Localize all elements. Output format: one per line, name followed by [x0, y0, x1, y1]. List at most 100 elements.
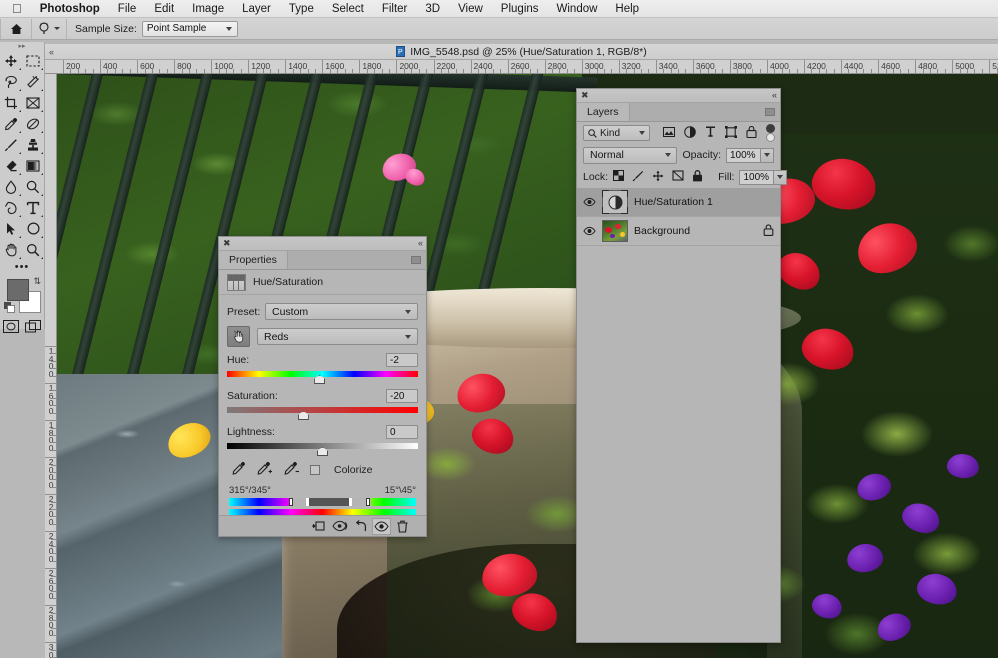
magic-wand-tool[interactable] — [22, 71, 44, 92]
channel-select[interactable]: Reds — [257, 328, 418, 345]
gradient-tool[interactable] — [22, 155, 44, 176]
menu-layer[interactable]: Layer — [233, 0, 280, 18]
default-colors-icon[interactable] — [4, 302, 15, 316]
collapse-icon[interactable]: « — [49, 47, 54, 57]
collapse-panel-icon[interactable]: « — [418, 239, 422, 248]
more-tools-icon[interactable]: ••• — [0, 260, 44, 274]
menu-help[interactable]: Help — [606, 0, 648, 18]
tab-properties[interactable]: Properties — [219, 251, 288, 269]
eyedropper-tool-icon[interactable] — [32, 22, 66, 35]
opacity-stepper[interactable] — [761, 148, 774, 163]
menu-plugins[interactable]: Plugins — [492, 0, 548, 18]
saturation-slider[interactable] — [227, 406, 418, 413]
lightness-slider[interactable] — [227, 442, 418, 449]
menu-type[interactable]: Type — [280, 0, 323, 18]
hue-value-field[interactable]: -2 — [386, 353, 418, 367]
reset-button[interactable] — [351, 518, 370, 535]
vertical-ruler[interactable]: 140016001800200022002400260028003000 — [45, 74, 57, 658]
collapse-panel-icon[interactable]: « — [772, 91, 776, 100]
pixel-layer-filter-icon[interactable] — [663, 127, 675, 140]
menu-edit[interactable]: Edit — [145, 0, 183, 18]
adjustment-mask-thumbnail[interactable] — [602, 190, 628, 214]
panel-menu-icon[interactable] — [765, 108, 775, 116]
menu-file[interactable]: File — [109, 0, 146, 18]
toolbar-grip[interactable]: ▸▸ — [0, 42, 44, 50]
eyedropper-subtract-icon[interactable] — [283, 461, 300, 479]
view-previous-state-button[interactable] — [330, 518, 349, 535]
apple-icon[interactable]:  — [10, 2, 31, 15]
layer-lock-icon[interactable] — [763, 224, 774, 239]
close-icon[interactable]: ✖ — [581, 91, 589, 100]
document-canvas[interactable] — [57, 74, 998, 658]
eyedropper-icon[interactable] — [231, 461, 246, 479]
range-handle-inner-left[interactable] — [306, 498, 309, 506]
layer-visibility-icon[interactable] — [583, 226, 596, 236]
menu-filter[interactable]: Filter — [373, 0, 417, 18]
sample-size-select[interactable]: Point Sample — [142, 21, 238, 37]
lock-artboard-icon[interactable] — [672, 170, 684, 184]
dodge-tool[interactable] — [22, 176, 44, 197]
filter-kind-select[interactable]: Kind — [583, 125, 650, 141]
lock-transparency-icon[interactable] — [613, 170, 624, 184]
close-icon[interactable]: ✖ — [223, 239, 231, 248]
zoom-tool[interactable] — [22, 239, 44, 260]
tool-preset-caret[interactable] — [54, 27, 60, 30]
document-tab-bar[interactable]: « P IMG_5548.psd @ 25% (Hue/Saturation 1… — [45, 44, 998, 60]
move-tool[interactable] — [0, 50, 22, 71]
panel-menu-icon[interactable] — [411, 256, 421, 264]
clone-stamp-tool[interactable] — [22, 134, 44, 155]
layer-visibility-icon[interactable] — [583, 197, 596, 207]
path-selection-tool[interactable] — [0, 218, 22, 239]
range-handle-outer-right[interactable] — [366, 498, 370, 506]
lock-image-pixels-icon[interactable] — [632, 170, 644, 185]
rectangular-marquee-tool[interactable] — [22, 50, 44, 71]
photo-thumbnail[interactable] — [602, 220, 628, 242]
eyedropper-add-icon[interactable] — [256, 461, 273, 479]
blur-tool[interactable] — [0, 176, 22, 197]
menu-app-name[interactable]: Photoshop — [31, 0, 109, 18]
lock-all-icon[interactable] — [692, 170, 703, 185]
lightness-value-field[interactable]: 0 — [386, 425, 418, 439]
tab-layers[interactable]: Layers — [577, 103, 630, 121]
healing-brush-tool[interactable] — [22, 113, 44, 134]
delete-adjustment-button[interactable] — [393, 518, 412, 535]
pen-tool[interactable] — [0, 197, 22, 218]
hand-tool[interactable] — [0, 239, 22, 260]
type-layer-filter-icon[interactable] — [705, 126, 716, 140]
frame-tool[interactable] — [22, 92, 44, 113]
ellipse-tool[interactable] — [22, 218, 44, 239]
menu-image[interactable]: Image — [183, 0, 233, 18]
eyedropper-tool[interactable] — [0, 113, 22, 134]
clip-to-layer-button[interactable] — [309, 518, 328, 535]
foreground-color-swatch[interactable] — [7, 279, 29, 301]
hue-slider[interactable] — [227, 370, 418, 377]
range-handle-outer-left[interactable] — [289, 498, 293, 506]
toggle-visibility-button[interactable] — [372, 518, 391, 535]
shape-layer-filter-icon[interactable] — [725, 126, 737, 141]
lock-position-icon[interactable] — [652, 170, 664, 185]
layer-row-background[interactable]: Background — [577, 217, 780, 246]
swap-colors-icon[interactable]: ⇅ — [33, 276, 41, 287]
brush-tool[interactable] — [0, 134, 22, 155]
colorize-checkbox[interactable] — [310, 465, 320, 475]
quick-mask-icon[interactable] — [3, 320, 19, 336]
menu-3d[interactable]: 3D — [416, 0, 449, 18]
preset-select[interactable]: Custom — [265, 303, 418, 320]
fill-value[interactable]: 100% — [739, 170, 774, 185]
blend-mode-select[interactable]: Normal — [583, 147, 677, 164]
filter-toggle-icon[interactable] — [766, 124, 774, 142]
lasso-tool[interactable] — [0, 71, 22, 92]
home-icon[interactable] — [1, 23, 31, 35]
type-tool[interactable] — [22, 197, 44, 218]
range-handle-inner-right[interactable] — [349, 498, 352, 506]
menu-view[interactable]: View — [449, 0, 492, 18]
menu-window[interactable]: Window — [548, 0, 607, 18]
fill-stepper[interactable] — [774, 170, 787, 185]
adjustment-layer-filter-icon[interactable] — [684, 126, 696, 141]
eraser-tool[interactable] — [0, 155, 22, 176]
layer-row-hue-saturation[interactable]: Hue/Saturation 1 — [577, 188, 780, 217]
menu-select[interactable]: Select — [323, 0, 373, 18]
opacity-value[interactable]: 100% — [726, 148, 761, 163]
smart-object-filter-icon[interactable] — [746, 126, 757, 141]
screen-mode-icon[interactable] — [25, 320, 41, 336]
